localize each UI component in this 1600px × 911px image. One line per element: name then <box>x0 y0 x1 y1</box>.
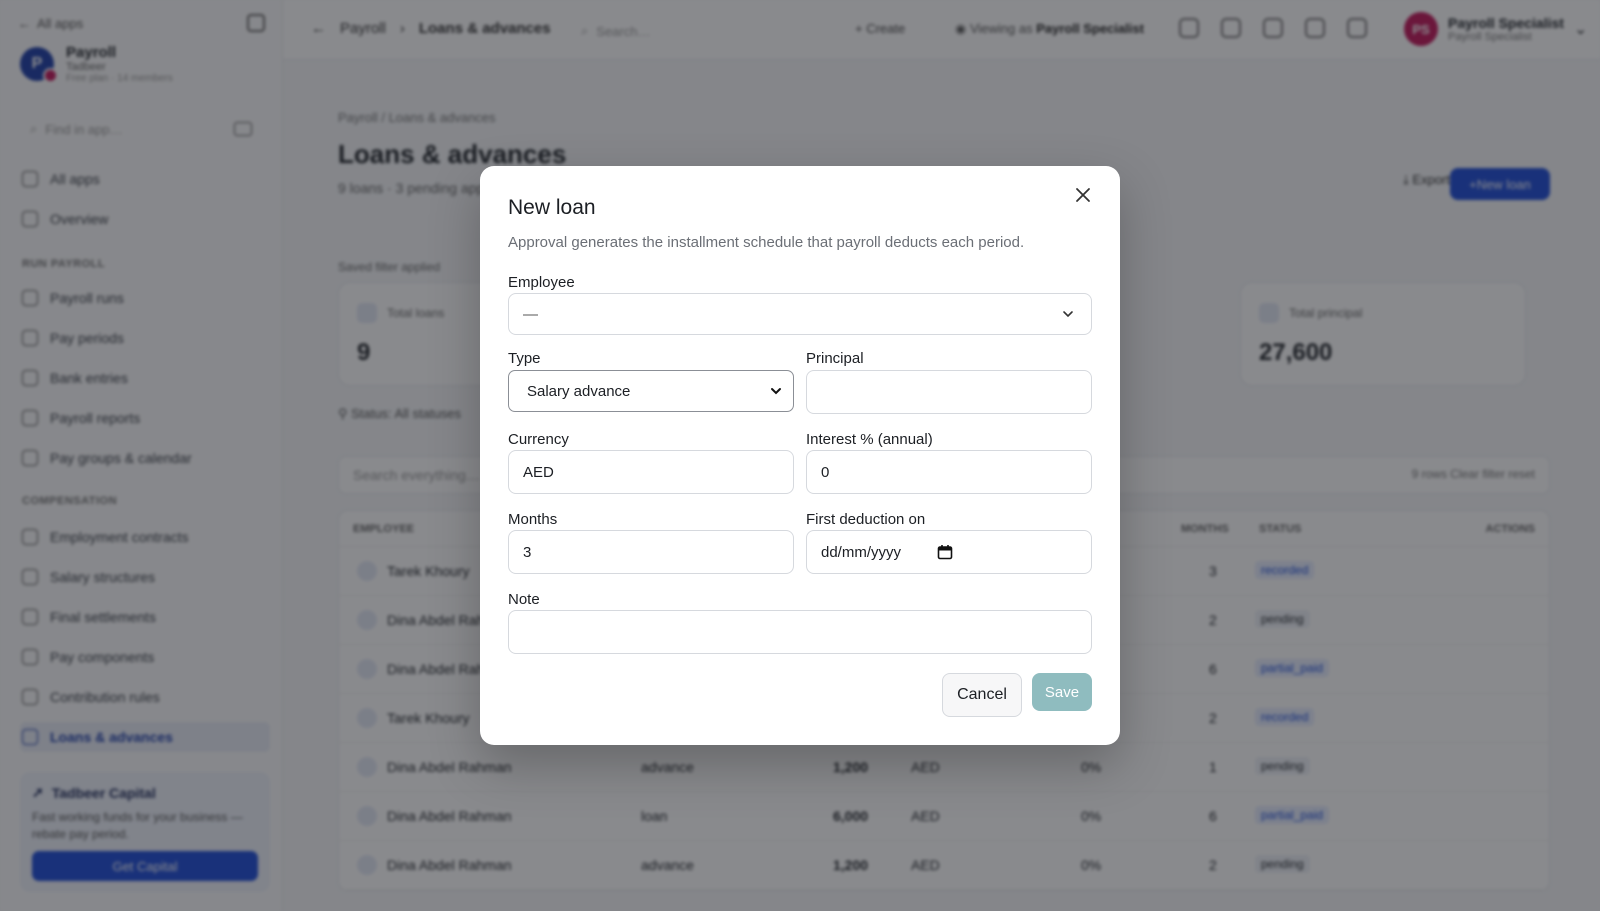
cancel-button[interactable]: Cancel <box>942 673 1022 717</box>
currency-label: Currency <box>508 431 569 448</box>
principal-input[interactable] <box>806 370 1092 414</box>
note-label: Note <box>508 591 540 608</box>
principal-label: Principal <box>806 350 864 367</box>
employee-label: Employee <box>508 274 575 291</box>
type-label: Type <box>508 350 541 367</box>
months-input[interactable]: 3 <box>508 530 794 574</box>
currency-input[interactable]: AED <box>508 450 794 494</box>
interest-input[interactable]: 0 <box>806 450 1092 494</box>
employee-select[interactable]: — <box>508 293 1092 335</box>
close-icon[interactable] <box>1072 184 1094 206</box>
save-button[interactable]: Save <box>1032 673 1092 711</box>
chevron-down-icon <box>771 388 781 395</box>
currency-value: AED <box>523 463 554 481</box>
dialog-description: Approval generates the installment sched… <box>508 234 1025 251</box>
chevron-down-icon <box>1063 311 1073 318</box>
type-value: Salary advance <box>527 382 631 400</box>
date-placeholder: dd/mm/yyyy <box>821 543 902 561</box>
new-loan-dialog: New loan Approval generates the installm… <box>480 166 1120 745</box>
first-deduction-label: First deduction on <box>806 511 926 528</box>
note-input[interactable] <box>508 610 1092 654</box>
employee-value: — <box>523 305 538 323</box>
type-select[interactable]: Salary advance <box>508 370 794 412</box>
calendar-icon[interactable] <box>937 544 953 560</box>
months-label: Months <box>508 511 558 528</box>
dialog-title: New loan <box>508 196 596 219</box>
interest-value: 0 <box>821 463 830 481</box>
first-deduction-date-input[interactable]: dd/mm/yyyy <box>806 530 1092 574</box>
interest-label: Interest % (annual) <box>806 431 933 448</box>
months-value: 3 <box>523 543 532 561</box>
